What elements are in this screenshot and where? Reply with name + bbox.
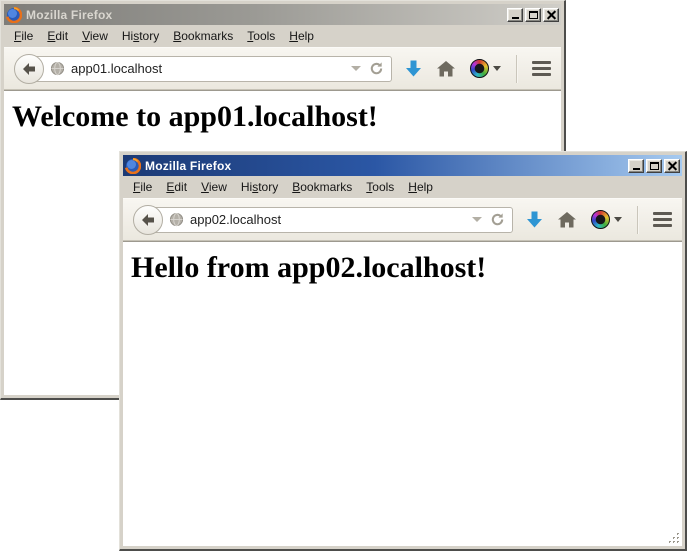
url-bar[interactable]: app01.localhost bbox=[28, 56, 392, 82]
maximize-icon bbox=[529, 11, 538, 19]
home-button[interactable] bbox=[558, 212, 576, 228]
titlebar[interactable]: Mozilla Firefox bbox=[123, 155, 682, 176]
menu-help[interactable]: Help bbox=[401, 178, 440, 196]
menu-bookmarks[interactable]: Bookmarks bbox=[166, 27, 240, 45]
url-bar[interactable]: app02.localhost bbox=[147, 207, 513, 233]
menu-bar: File Edit View History Bookmarks Tools H… bbox=[123, 176, 682, 198]
menu-file[interactable]: File bbox=[126, 178, 159, 196]
toolbar-separator bbox=[637, 206, 638, 234]
menu-help[interactable]: Help bbox=[282, 27, 321, 45]
page-heading: Welcome to app01.localhost! bbox=[12, 100, 561, 134]
menu-edit[interactable]: Edit bbox=[159, 178, 194, 196]
browser-window-app02: Mozilla Firefox File Edit View History B… bbox=[119, 151, 687, 551]
desktop: Mozilla Firefox File Edit View History B… bbox=[0, 0, 688, 551]
menu-edit[interactable]: Edit bbox=[40, 27, 75, 45]
close-icon bbox=[547, 11, 556, 19]
navigation-toolbar: app02.localhost bbox=[123, 198, 682, 241]
menu-file[interactable]: File bbox=[7, 27, 40, 45]
close-button[interactable] bbox=[543, 8, 559, 22]
firefox-logo-icon bbox=[125, 158, 141, 174]
maximize-button[interactable] bbox=[646, 159, 662, 173]
navigation-toolbar: app01.localhost bbox=[4, 47, 561, 90]
menu-view[interactable]: View bbox=[75, 27, 115, 45]
site-identity-globe-icon bbox=[50, 61, 65, 76]
window-title: Mozilla Firefox bbox=[26, 8, 503, 22]
menu-tools[interactable]: Tools bbox=[240, 27, 282, 45]
back-button[interactable] bbox=[14, 54, 44, 84]
urlbar-dropdown-icon[interactable] bbox=[351, 66, 361, 71]
addon-colorwheel-icon bbox=[470, 59, 489, 78]
resize-grip[interactable] bbox=[667, 531, 680, 544]
menu-view[interactable]: View bbox=[194, 178, 234, 196]
app-menu-button[interactable] bbox=[653, 210, 672, 229]
firefox-logo-icon bbox=[6, 7, 22, 23]
page-heading: Hello from app02.localhost! bbox=[131, 251, 682, 285]
url-text: app01.localhost bbox=[71, 61, 347, 76]
menu-tools[interactable]: Tools bbox=[359, 178, 401, 196]
minimize-icon bbox=[512, 17, 519, 19]
maximize-button[interactable] bbox=[525, 8, 541, 22]
menu-bar: File Edit View History Bookmarks Tools H… bbox=[4, 25, 561, 47]
addon-button[interactable] bbox=[470, 59, 501, 78]
close-button[interactable] bbox=[664, 159, 680, 173]
download-button[interactable] bbox=[405, 60, 422, 77]
maximize-icon bbox=[650, 162, 659, 170]
toolbar-buttons bbox=[405, 55, 551, 83]
titlebar[interactable]: Mozilla Firefox bbox=[4, 4, 561, 25]
minimize-button[interactable] bbox=[628, 159, 644, 173]
window-title: Mozilla Firefox bbox=[145, 159, 624, 173]
back-button[interactable] bbox=[133, 205, 163, 235]
app-menu-button[interactable] bbox=[532, 59, 551, 78]
download-button[interactable] bbox=[526, 211, 543, 228]
minimize-button[interactable] bbox=[507, 8, 523, 22]
menu-history[interactable]: History bbox=[115, 27, 166, 45]
back-arrow-icon bbox=[21, 62, 37, 76]
addon-dropdown-icon bbox=[614, 217, 622, 222]
addon-dropdown-icon bbox=[493, 66, 501, 71]
window-controls bbox=[628, 159, 680, 173]
toolbar-separator bbox=[516, 55, 517, 83]
window-controls bbox=[507, 8, 559, 22]
site-identity-globe-icon bbox=[169, 212, 184, 227]
urlbar-dropdown-icon[interactable] bbox=[472, 217, 482, 222]
menu-bookmarks[interactable]: Bookmarks bbox=[285, 178, 359, 196]
addon-colorwheel-icon bbox=[591, 210, 610, 229]
close-icon bbox=[668, 162, 677, 170]
home-button[interactable] bbox=[437, 61, 455, 77]
minimize-icon bbox=[633, 168, 640, 170]
menu-history[interactable]: History bbox=[234, 178, 285, 196]
back-arrow-icon bbox=[140, 213, 156, 227]
reload-icon[interactable] bbox=[490, 212, 505, 227]
page-content: Hello from app02.localhost! bbox=[123, 241, 682, 546]
toolbar-buttons bbox=[526, 206, 672, 234]
addon-button[interactable] bbox=[591, 210, 622, 229]
reload-icon[interactable] bbox=[369, 61, 384, 76]
url-text: app02.localhost bbox=[190, 212, 468, 227]
